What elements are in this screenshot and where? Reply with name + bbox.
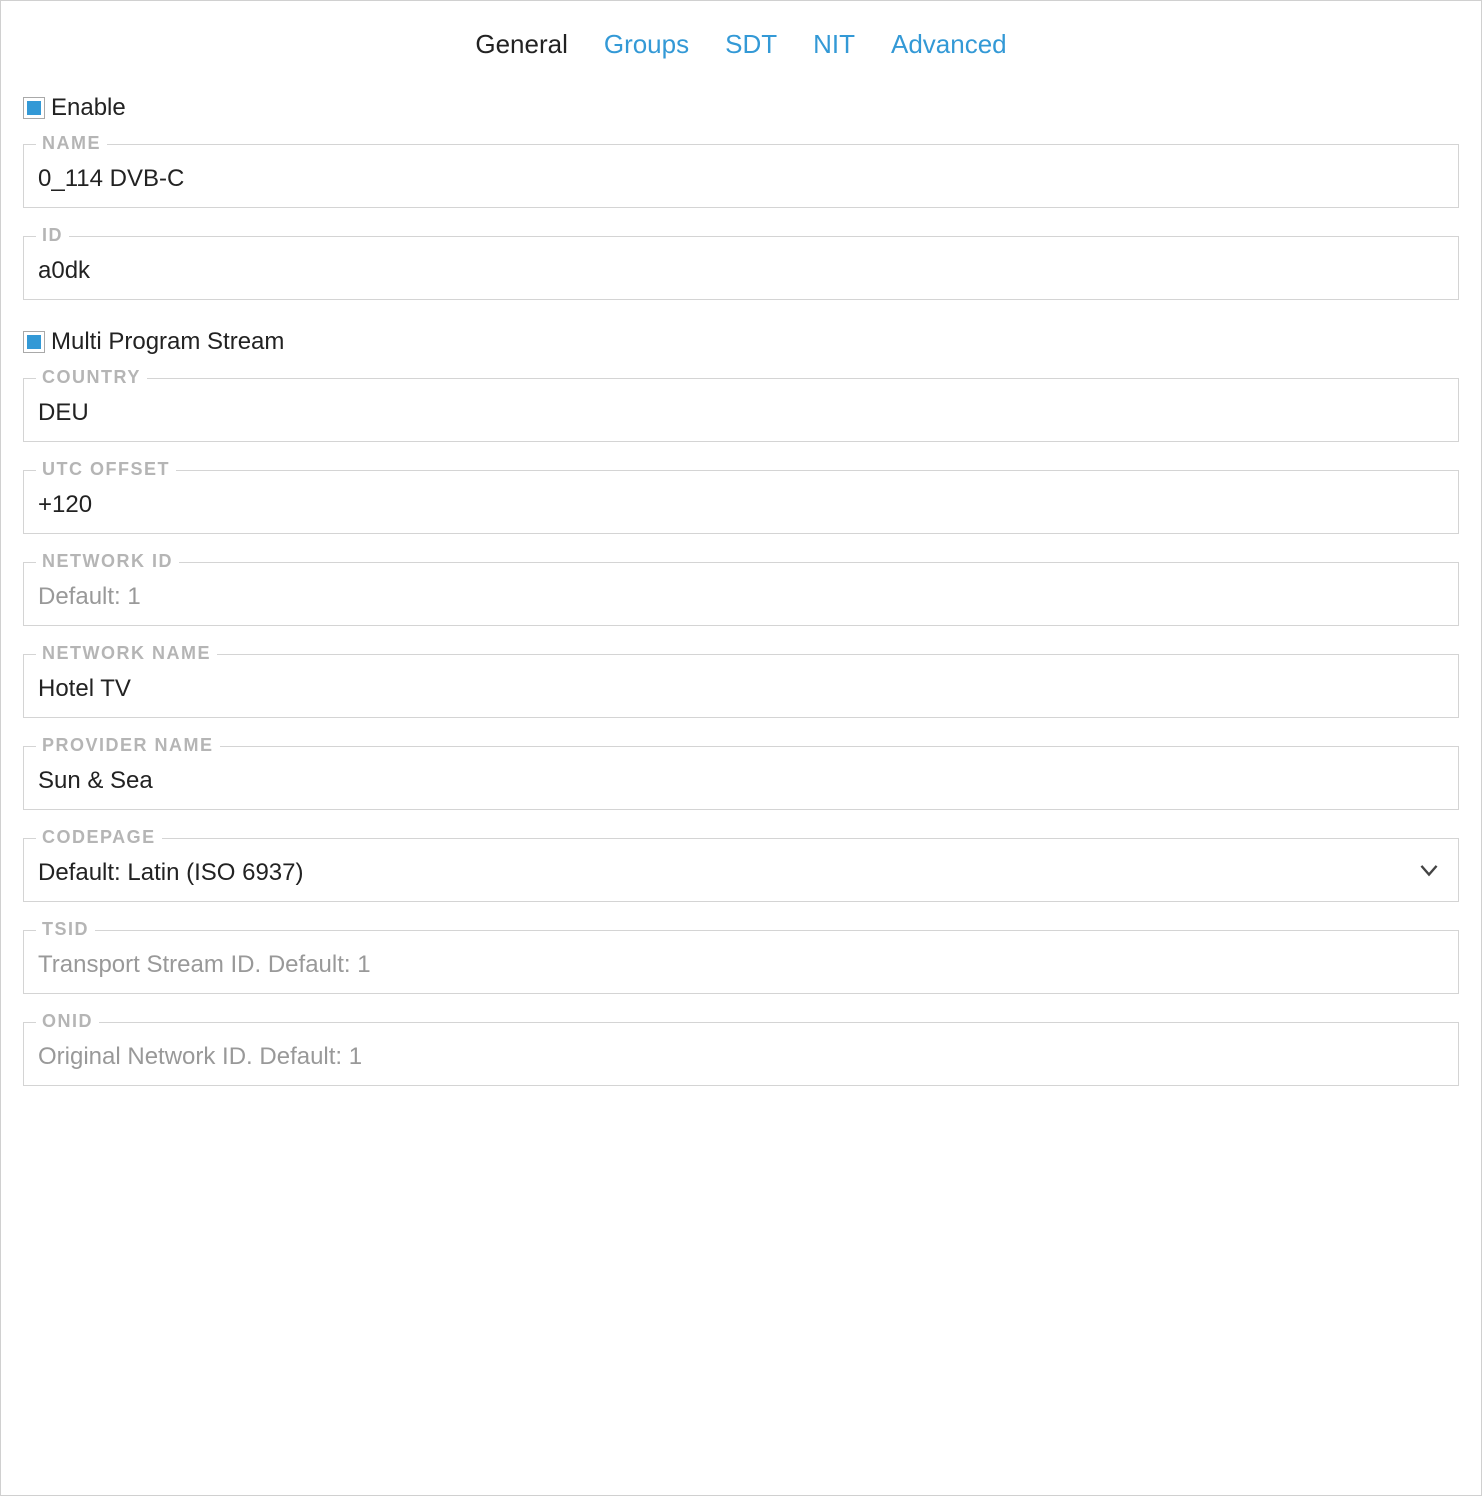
utc-offset-input[interactable] bbox=[24, 471, 1458, 533]
onid-input[interactable] bbox=[24, 1023, 1458, 1085]
tsid-field: TSID bbox=[23, 930, 1459, 994]
mps-label: Multi Program Stream bbox=[51, 328, 284, 356]
network-name-field: NETWORK NAME bbox=[23, 654, 1459, 718]
tab-advanced[interactable]: Advanced bbox=[891, 29, 1007, 60]
name-field: NAME bbox=[23, 144, 1459, 208]
tab-nit[interactable]: NIT bbox=[813, 29, 855, 60]
country-field: COUNTRY bbox=[23, 378, 1459, 442]
codepage-label: CODEPAGE bbox=[36, 827, 162, 848]
network-name-input[interactable] bbox=[24, 655, 1458, 717]
network-id-input[interactable] bbox=[24, 563, 1458, 625]
settings-panel: General Groups SDT NIT Advanced Enable N… bbox=[0, 0, 1482, 1496]
network-name-label: NETWORK NAME bbox=[36, 643, 217, 664]
country-label: COUNTRY bbox=[36, 367, 147, 388]
mps-row: Multi Program Stream bbox=[23, 328, 1459, 356]
tab-groups[interactable]: Groups bbox=[604, 29, 689, 60]
provider-name-field: PROVIDER NAME bbox=[23, 746, 1459, 810]
network-id-label: NETWORK ID bbox=[36, 551, 179, 572]
network-id-field: NETWORK ID bbox=[23, 562, 1459, 626]
name-input[interactable] bbox=[24, 145, 1458, 207]
tab-sdt[interactable]: SDT bbox=[725, 29, 777, 60]
id-input[interactable] bbox=[24, 237, 1458, 299]
country-input[interactable] bbox=[24, 379, 1458, 441]
onid-label: ONID bbox=[36, 1011, 99, 1032]
enable-checkbox[interactable] bbox=[23, 97, 45, 119]
tab-general[interactable]: General bbox=[475, 29, 568, 60]
utc-offset-label: UTC OFFSET bbox=[36, 459, 176, 480]
provider-name-input[interactable] bbox=[24, 747, 1458, 809]
enable-label: Enable bbox=[51, 94, 126, 122]
codepage-field: CODEPAGE bbox=[23, 838, 1459, 902]
utc-offset-field: UTC OFFSET bbox=[23, 470, 1459, 534]
id-field: ID bbox=[23, 236, 1459, 300]
mps-checkbox[interactable] bbox=[23, 331, 45, 353]
provider-name-label: PROVIDER NAME bbox=[36, 735, 220, 756]
id-label: ID bbox=[36, 225, 69, 246]
enable-row: Enable bbox=[23, 94, 1459, 122]
codepage-select[interactable] bbox=[24, 839, 1458, 901]
tab-bar: General Groups SDT NIT Advanced bbox=[23, 29, 1459, 60]
name-label: NAME bbox=[36, 133, 107, 154]
tsid-input[interactable] bbox=[24, 931, 1458, 993]
onid-field: ONID bbox=[23, 1022, 1459, 1086]
tsid-label: TSID bbox=[36, 919, 95, 940]
